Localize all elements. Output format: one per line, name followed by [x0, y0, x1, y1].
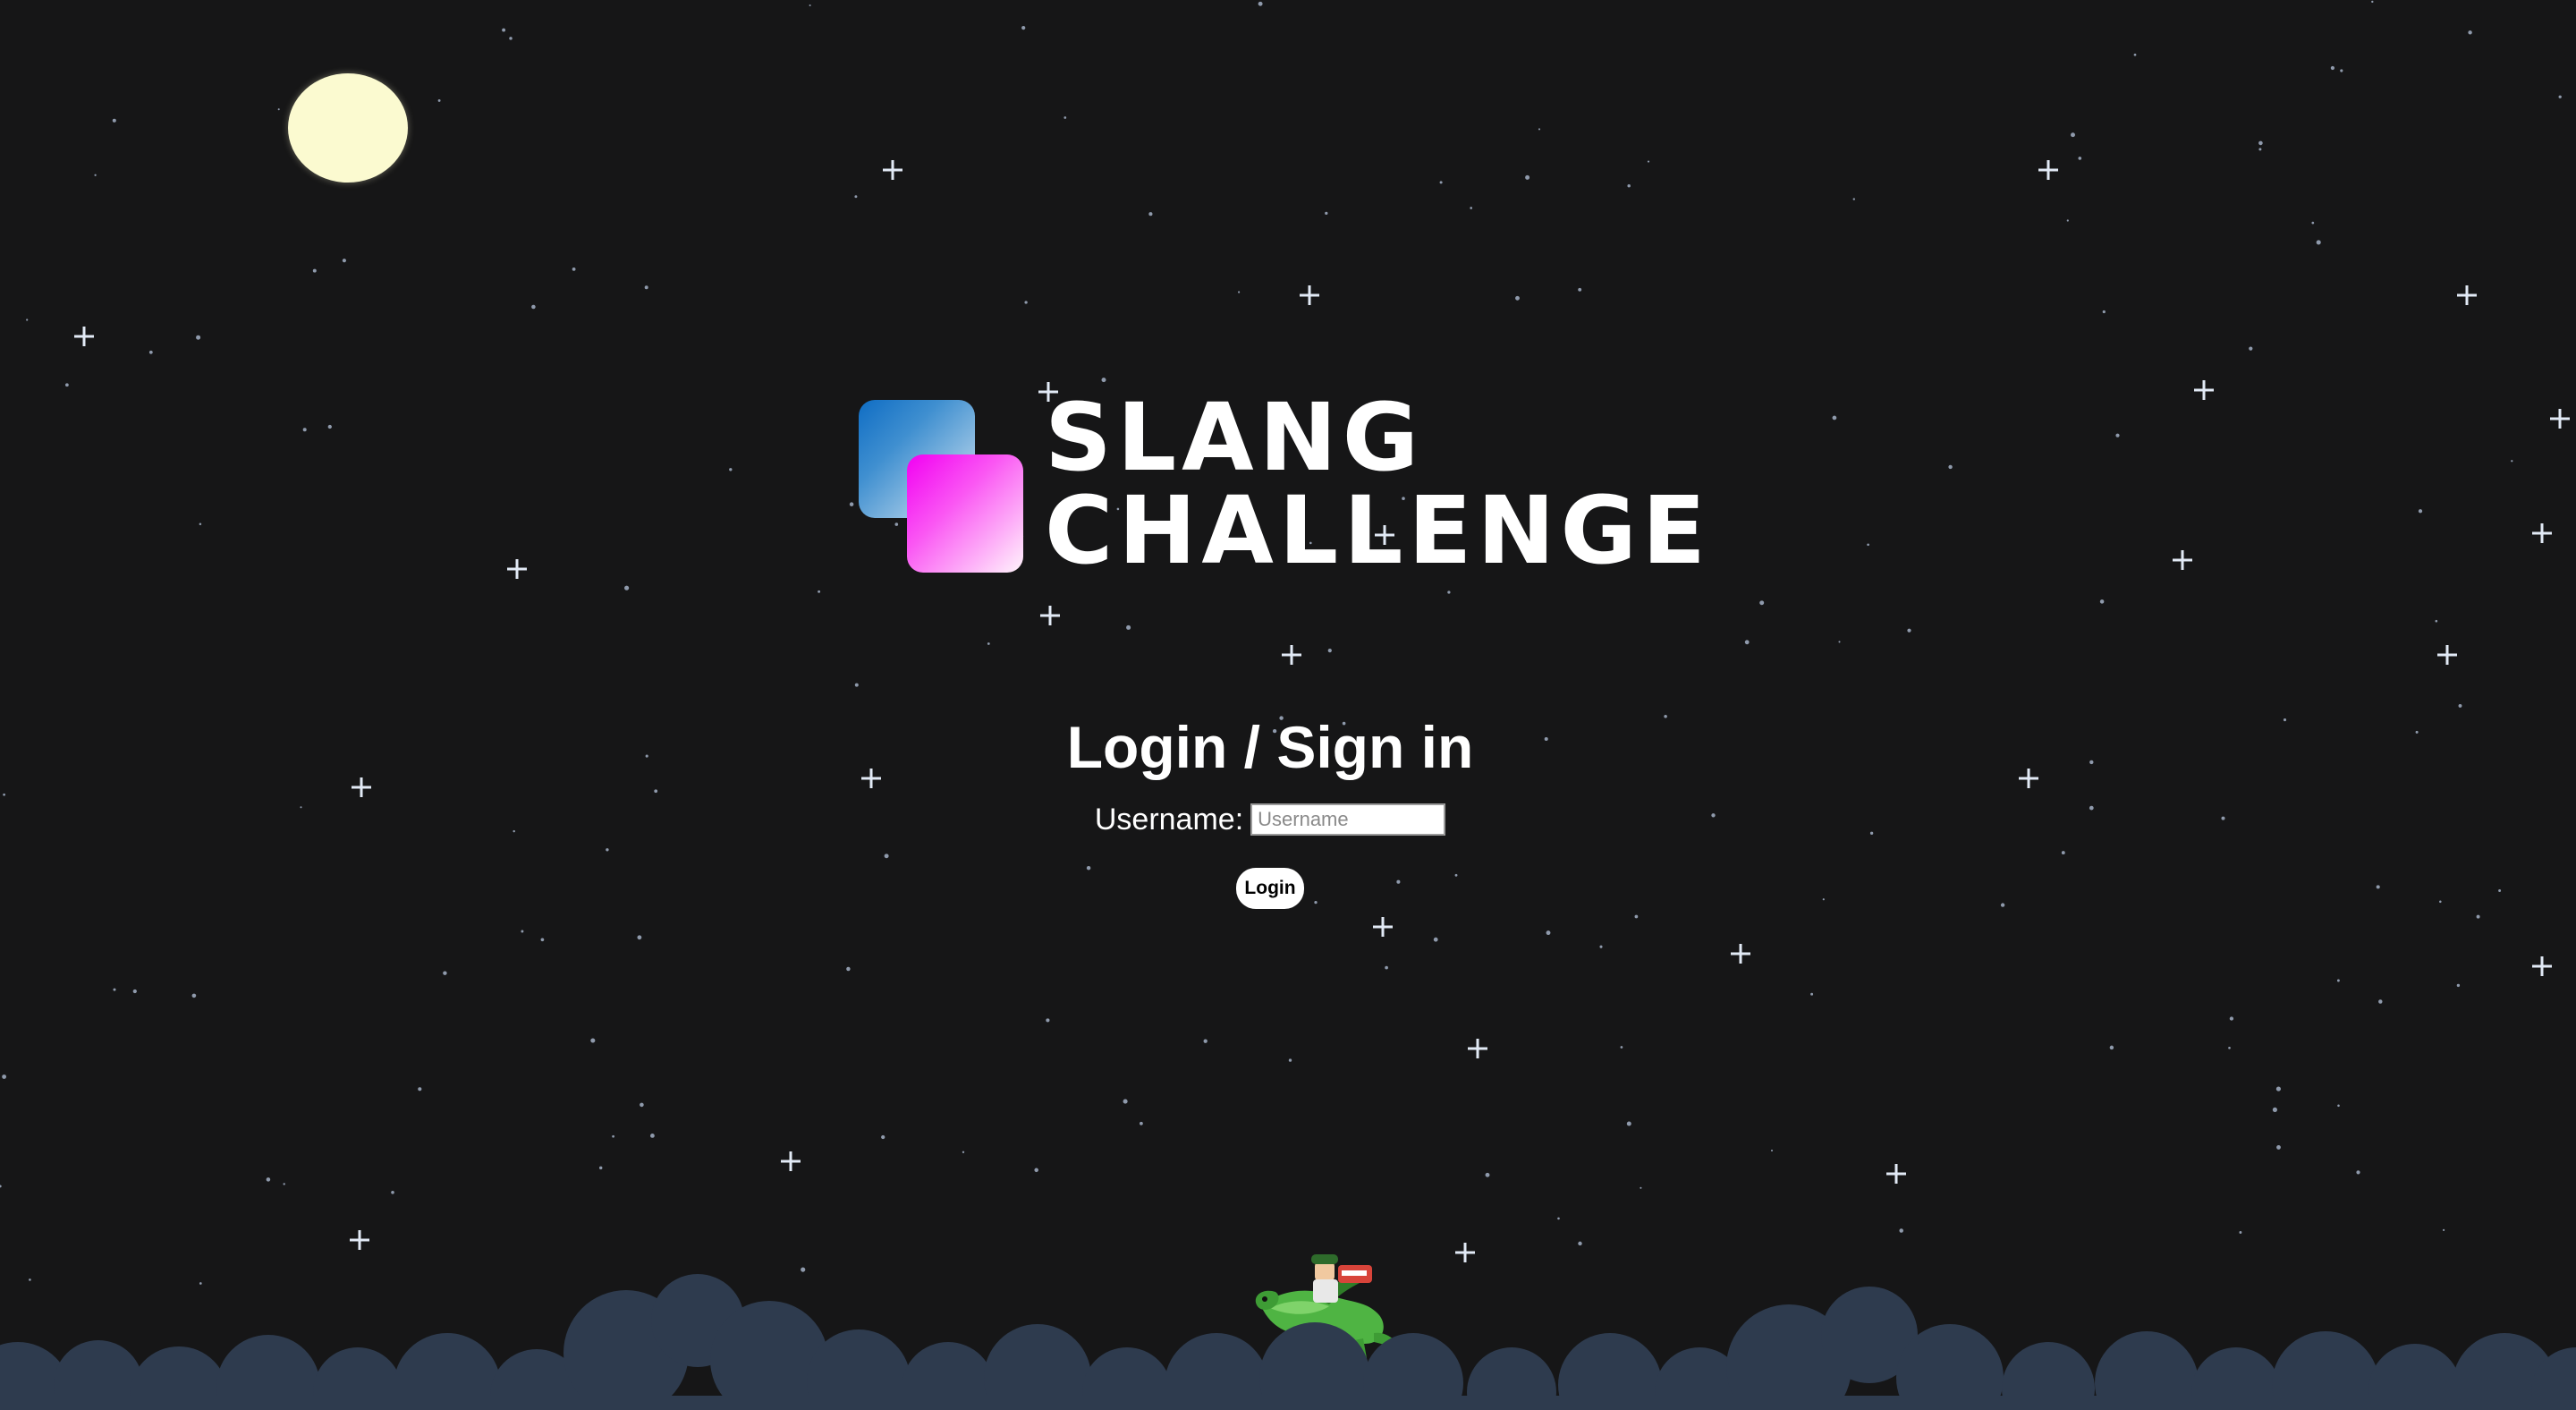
- cloud-base: [0, 1396, 2576, 1410]
- clouds: [0, 1274, 2576, 1410]
- night-sky-background: SLANG CHALLENGE Login / Sign in Username…: [0, 0, 2576, 1410]
